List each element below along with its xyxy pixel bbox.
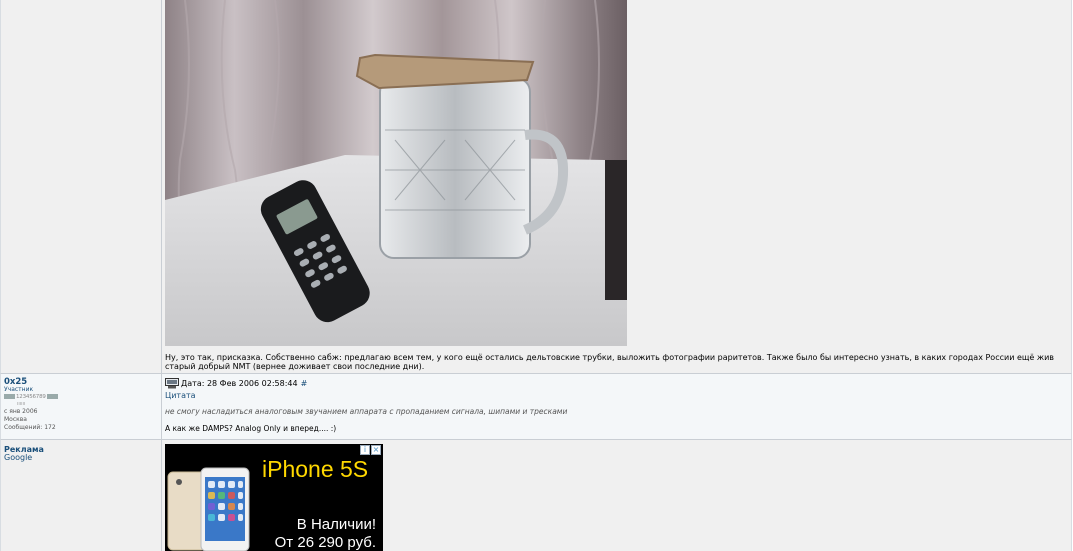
author-rating-bar: 123456789 xyxy=(4,394,59,400)
post-photo: Ну, это так, присказка. Собственно сабж:… xyxy=(0,0,1072,374)
phone-product-image xyxy=(167,467,250,551)
ad-headline: iPhone 5S xyxy=(262,456,369,482)
post-body: Дата: 28 Фев 2006 02:58:44 # Цитата не с… xyxy=(162,374,1071,439)
forum-thread: Ну, это так, присказка. Собственно сабж:… xyxy=(0,0,1073,551)
author-rating-digits: 123456789 xyxy=(16,394,46,400)
computer-icon xyxy=(165,378,179,389)
quote-label: Цитата xyxy=(165,391,196,400)
ad-banner[interactable]: i × iPhone 5S В Наличии! От 26 290 руб. xyxy=(165,444,383,551)
author-rating-sub: ıııııı xyxy=(17,401,26,407)
reply-text: А как же DAMPS? Analog Only и вперед....… xyxy=(165,424,337,433)
ad-author-column: Реклама Google xyxy=(1,440,162,551)
post-header: Дата: 28 Фев 2006 02:58:44 # xyxy=(165,378,307,389)
ad-close-icon[interactable]: × xyxy=(371,445,381,455)
rating-box-icon xyxy=(46,394,58,399)
post-text: Ну, это так, присказка. Собственно сабж:… xyxy=(165,353,1054,371)
post-photo-image[interactable] xyxy=(165,0,627,346)
post-date: Дата: 28 Фев 2006 02:58:44 xyxy=(181,379,298,388)
rating-box-icon xyxy=(4,394,15,399)
post-permalink[interactable]: # xyxy=(301,379,308,388)
ad-body: i × iPhone 5S В Наличии! От 26 290 руб. xyxy=(162,440,1071,551)
ad-row: Реклама Google i × iPhone 5S В Наличии! … xyxy=(0,440,1072,551)
author-since: с янв 2006 xyxy=(4,408,38,415)
post-body: Ну, это так, присказка. Собственно сабж:… xyxy=(162,0,1071,373)
author-post-count: Сообщений: 172 xyxy=(4,424,56,431)
quote-text: не смогу насладиться аналоговым звучание… xyxy=(165,407,568,416)
ad-controls: i × xyxy=(359,445,381,455)
post-reply: 0x25 Участник 123456789 ıııııı с янв 200… xyxy=(0,374,1072,440)
author-column: 0x25 Участник 123456789 ıııııı с янв 200… xyxy=(1,374,162,439)
author-rank: Участник xyxy=(4,386,34,393)
ad-info-icon[interactable]: i xyxy=(360,445,370,455)
author-column xyxy=(1,0,162,373)
ad-price: От 26 290 руб. xyxy=(274,534,376,551)
author-city: Москва xyxy=(4,416,27,423)
ad-availability: В Наличии! xyxy=(296,516,376,533)
ad-subtitle[interactable]: Google xyxy=(4,453,32,462)
